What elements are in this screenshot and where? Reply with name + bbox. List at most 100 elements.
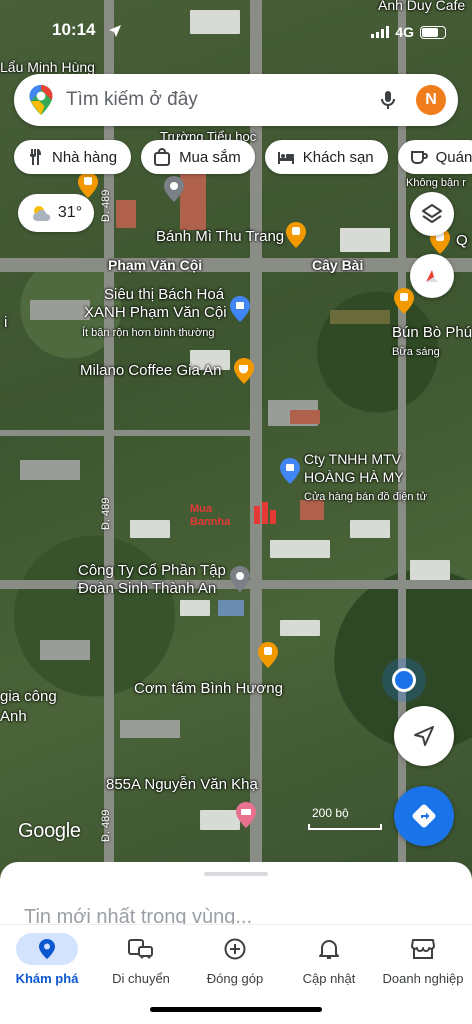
road-label-489: Đ. 489 (100, 189, 112, 222)
status-icons: 4G (371, 24, 446, 40)
street-label-pham-van-coi: Phạm Văn Cội (108, 257, 203, 273)
search-input[interactable]: Tìm kiếm ở đây (66, 89, 376, 111)
place-label[interactable]: Bún Bò Phú (392, 324, 472, 342)
chip-label: Khách sạn (302, 148, 374, 166)
building (116, 200, 136, 228)
building (40, 640, 90, 660)
building (130, 520, 170, 538)
building (280, 620, 320, 636)
shopping-pin-icon[interactable] (280, 458, 300, 484)
sheet-drag-handle[interactable] (204, 872, 268, 876)
navigation-arrow-icon (414, 726, 434, 746)
hotel-pin-icon[interactable] (236, 802, 256, 828)
place-label[interactable]: HOÀNG HÀ MY (304, 468, 404, 486)
road-label-489: Đ. 489 (100, 809, 112, 842)
building (120, 720, 180, 738)
building (20, 460, 80, 480)
layers-button[interactable] (410, 192, 454, 236)
microphone-icon[interactable] (376, 88, 400, 112)
explore-pin-icon (16, 933, 78, 965)
nav-label: Đóng góp (206, 971, 264, 986)
place-label[interactable]: Anh (0, 708, 27, 726)
place-label[interactable]: gia công (0, 688, 57, 706)
building (290, 410, 320, 424)
nav-updates[interactable]: Cập nhật (282, 925, 376, 993)
storefront-icon (392, 933, 454, 965)
road-horizontal-3 (0, 430, 250, 436)
cafe-pin-icon[interactable] (234, 358, 254, 384)
nav-label: Doanh nghiệp (382, 971, 464, 986)
bed-icon (277, 152, 294, 164)
partly-cloudy-icon (32, 206, 51, 221)
shopping-bag-icon (154, 148, 171, 166)
compass-button[interactable] (410, 254, 454, 298)
nav-label: Di chuyển (112, 971, 170, 986)
place-label[interactable]: XANH Phạm Văn Cội (84, 304, 227, 322)
place-label[interactable]: Cty TNHH MTV (304, 450, 401, 468)
search-bar[interactable]: Tìm kiếm ở đây N (14, 74, 458, 126)
chip-label: Nhà hàng (52, 148, 118, 166)
building (218, 600, 244, 616)
nav-business[interactable]: Doanh nghiệp (376, 925, 470, 993)
weather-temp: 31° (57, 204, 83, 221)
chip-shopping[interactable]: Mua sắm (141, 140, 255, 174)
map-scale-label: 200 bộ (312, 806, 349, 820)
chip-cafes[interactable]: Quán (397, 140, 472, 174)
add-circle-icon (204, 933, 266, 965)
my-location-button[interactable] (394, 706, 454, 766)
location-arrow-icon (109, 25, 121, 37)
building (200, 810, 240, 830)
place-label[interactable]: 855A Nguyễn Văn Khạ (106, 776, 258, 794)
place-category: Bữa sáng (392, 346, 440, 358)
chip-hotels[interactable]: Khách sạn (264, 140, 388, 174)
place-label[interactable]: Công Ty Cổ Phần Tập (78, 562, 226, 580)
layers-icon (422, 204, 442, 223)
chip-restaurants[interactable]: Nhà hàng (14, 140, 132, 174)
place-label[interactable]: Milano Coffee Gia An (80, 362, 221, 380)
building (350, 520, 390, 538)
nav-label: Cập nhật (302, 971, 356, 986)
place-label: i (4, 314, 8, 331)
account-avatar[interactable]: N (416, 85, 446, 115)
weather-chip[interactable]: 31° (18, 194, 94, 232)
road-pham-van-coi (0, 258, 472, 272)
place-category: Cửa hàng bán đồ điện tử (304, 491, 427, 503)
directions-button[interactable] (394, 786, 454, 846)
street-label-cay-bai: Cây Bài (312, 257, 364, 273)
place-label[interactable]: Cơm tấm Bình Hương (134, 680, 283, 698)
battery-icon (420, 25, 446, 39)
place-status: Ít bận rộn hơn bình thường (82, 327, 215, 339)
restaurant-pin-icon[interactable] (258, 642, 278, 668)
place-label[interactable]: Siêu thị Bách Hoá (104, 286, 224, 304)
network-type: 4G (395, 24, 414, 40)
svg-text:Mua: Mua (190, 503, 213, 515)
coffee-cup-icon (410, 151, 428, 164)
bell-icon (298, 933, 360, 965)
building (410, 560, 450, 580)
building (270, 540, 330, 558)
signal-icon (371, 26, 390, 38)
compass-icon (426, 270, 438, 282)
restaurant-pin-icon[interactable] (394, 288, 414, 314)
restaurant-pin-icon[interactable] (286, 222, 306, 248)
nav-explore[interactable]: Khám phá (0, 925, 94, 993)
home-indicator[interactable] (150, 1007, 322, 1012)
place-label[interactable]: Đoàn Sinh Thành An (78, 580, 216, 598)
location-pin-icon[interactable] (164, 176, 184, 202)
google-maps-pin-icon (29, 85, 53, 115)
building (180, 600, 210, 616)
place-label: Không bận r (406, 177, 466, 189)
nav-commute[interactable]: Di chuyển (94, 925, 188, 993)
shopping-pin-icon[interactable] (230, 296, 250, 322)
place-label[interactable]: Q (456, 232, 468, 250)
directions-icon (412, 804, 436, 828)
fork-knife-icon (30, 149, 41, 165)
location-pin-icon[interactable] (230, 566, 250, 592)
place-label[interactable]: Bánh Mì Thu Trang (156, 228, 284, 246)
chip-label: Quán (435, 148, 472, 166)
map-scale-bar (308, 824, 382, 830)
building (330, 310, 390, 324)
nav-contribute[interactable]: Đóng góp (188, 925, 282, 993)
status-bar: 10:14 4G (0, 0, 472, 58)
watermark-logo: Mua Bannha (190, 500, 290, 528)
